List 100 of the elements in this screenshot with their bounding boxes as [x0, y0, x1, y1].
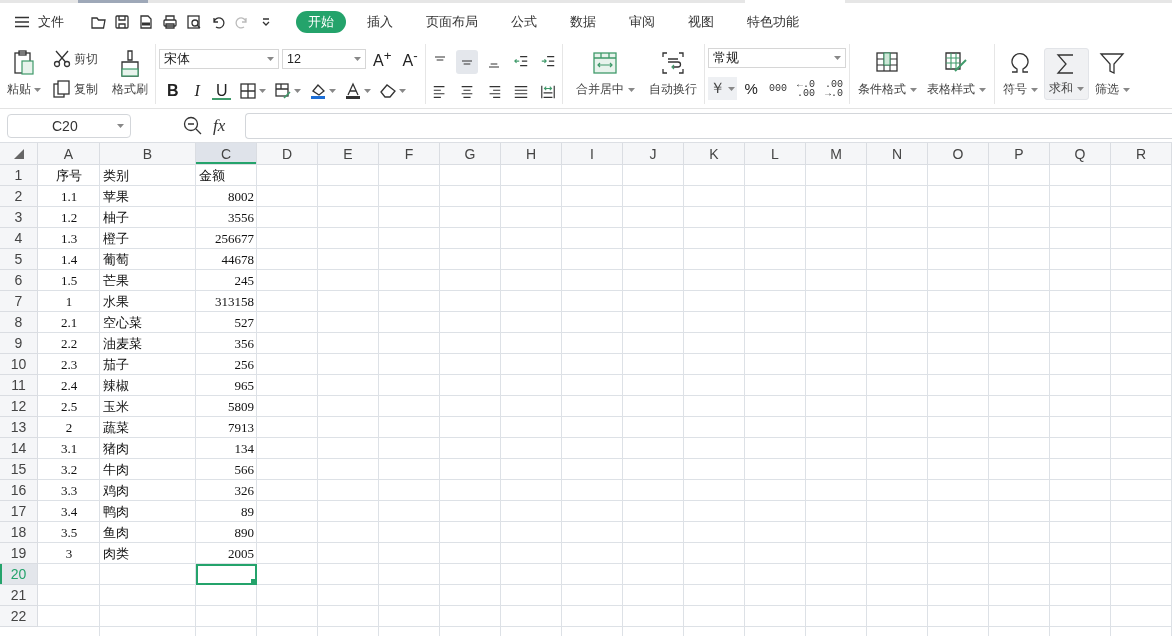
merge-center-button[interactable]: 合并居中 [571, 48, 639, 100]
row-header[interactable]: 8 [0, 312, 38, 333]
italic-button[interactable]: I [190, 82, 204, 100]
caret-icon [833, 56, 841, 60]
column-header[interactable]: N [867, 143, 928, 165]
decimal-places-button[interactable]: .00 →.0 [821, 79, 846, 98]
decimal-places-button[interactable]: ←.0 .00 [793, 79, 818, 98]
clipboard-icon [13, 50, 35, 76]
grow-font-button[interactable]: A$^{+}$ [369, 48, 396, 71]
column-header[interactable]: J [623, 143, 684, 165]
menu-button[interactable]: 文件 [14, 12, 64, 31]
font-color-icon[interactable] [344, 82, 363, 100]
column-header[interactable]: Q [1050, 143, 1111, 165]
column-header[interactable]: O [928, 143, 989, 165]
cell-style-icon[interactable] [274, 82, 293, 100]
row-header[interactable]: 22 [0, 606, 38, 627]
font-name-dropdown[interactable]: 宋体 [159, 49, 279, 70]
row-header[interactable]: 7 [0, 291, 38, 312]
column-header[interactable]: B [100, 143, 196, 165]
ribbon-tab[interactable]: 特色功能 [735, 10, 811, 33]
column-header[interactable]: L [745, 143, 806, 165]
column-header[interactable]: C [196, 143, 257, 165]
table-cell-text: 2.3 [59, 355, 79, 374]
wrap-text-button[interactable]: 自动换行 [644, 48, 701, 100]
eraser-icon[interactable] [379, 82, 398, 100]
table-cell-text: 965 [233, 376, 255, 395]
table-cell-text: 134 [233, 439, 255, 458]
column-header[interactable]: A [38, 143, 100, 165]
copy-button[interactable]: 复制 [51, 78, 100, 100]
row-header[interactable]: 11 [0, 375, 38, 396]
table-cell-text: 7913 [227, 418, 255, 437]
row-header[interactable]: 9 [0, 333, 38, 354]
column-header[interactable]: R [1111, 143, 1172, 165]
table-cell-text: 1.5 [59, 271, 79, 290]
percent-button[interactable]: % [740, 80, 762, 97]
formula-input[interactable] [245, 112, 1172, 139]
caret-icon [979, 87, 986, 92]
underline-button[interactable]: U [211, 82, 232, 100]
number-format-dropdown[interactable]: 常规 [707, 48, 846, 68]
fill-color-icon[interactable] [309, 82, 328, 100]
font-size-dropdown[interactable]: 12 [282, 49, 366, 70]
row-header[interactable]: 10 [0, 354, 38, 375]
column-header[interactable]: P [989, 143, 1050, 165]
table-style-button[interactable]: 表格样式 [923, 48, 990, 100]
paste-button[interactable]: 粘贴 [3, 48, 45, 100]
row-header[interactable]: 17 [0, 501, 38, 522]
bold-button[interactable]: B [163, 82, 183, 100]
ribbon-tab[interactable]: 插入 [355, 10, 405, 33]
function-button[interactable]: fx [213, 115, 226, 136]
column-header[interactable]: D [257, 143, 318, 165]
sum-button[interactable]: 求和 [1044, 48, 1089, 100]
row-header[interactable]: 15 [0, 459, 38, 480]
column-header[interactable]: K [684, 143, 745, 165]
selected-cell[interactable] [196, 564, 257, 585]
row-header[interactable]: 14 [0, 438, 38, 459]
borders-icon[interactable] [239, 82, 258, 100]
save-icon[interactable] [114, 13, 130, 30]
ribbon-tab[interactable]: 视图 [676, 10, 726, 33]
table-cell-text: 玉米 [102, 397, 130, 416]
row-header[interactable]: 3 [0, 207, 38, 228]
row-header[interactable]: 6 [0, 270, 38, 291]
row-header[interactable]: 13 [0, 417, 38, 438]
row-header[interactable]: 12 [0, 396, 38, 417]
conditional-button[interactable]: 条件格式 [854, 48, 921, 100]
cut-button[interactable]: 剪切 [51, 48, 100, 70]
column-header[interactable]: G [440, 143, 501, 165]
row-header[interactable]: 21 [0, 585, 38, 606]
format-painter-button[interactable]: 格式刷 [108, 48, 152, 100]
row-header[interactable]: 5 [0, 249, 38, 270]
printer-icon[interactable] [162, 13, 178, 30]
row-header[interactable]: 4 [0, 228, 38, 249]
filter-button[interactable]: 筛选 [1091, 48, 1134, 100]
select-all-icon[interactable] [13, 148, 24, 159]
table-cell-text: 3.2 [59, 460, 79, 479]
column-header[interactable]: M [806, 143, 867, 165]
shrink-font-button[interactable]: A$^{-}$ [398, 48, 422, 71]
row-header[interactable]: 16 [0, 480, 38, 501]
row-header[interactable]: 1 [0, 165, 38, 186]
zoom-icon[interactable] [183, 115, 203, 136]
column-header[interactable]: H [501, 143, 562, 165]
table-cell-text: 313158 [214, 292, 255, 311]
column-header[interactable]: F [379, 143, 440, 165]
symbol-button[interactable]: 符号 [999, 48, 1042, 100]
table-cell-text: 3 [64, 544, 74, 563]
column-header[interactable]: E [318, 143, 379, 165]
table-cell-text: 3.1 [59, 439, 79, 458]
ribbon-tab[interactable]: 公式 [499, 10, 549, 33]
column-header[interactable]: I [562, 143, 623, 165]
currency-button[interactable]: ￥ [707, 77, 737, 100]
row-header[interactable]: 2 [0, 186, 38, 207]
print-preview-icon[interactable] [186, 13, 202, 30]
row-header[interactable]: 18 [0, 522, 38, 543]
thousands-separator-button[interactable]: 000 [765, 84, 790, 93]
table-cell-text: 356 [233, 334, 255, 353]
pdf-icon[interactable] [138, 13, 154, 30]
row-header[interactable]: 19 [0, 543, 38, 564]
ribbon-tab[interactable]: 审阅 [617, 10, 667, 33]
ribbon-tab[interactable]: 数据 [558, 10, 608, 33]
ribbon-tab[interactable]: 页面布局 [414, 10, 490, 33]
name-box[interactable]: C20 [7, 113, 131, 138]
